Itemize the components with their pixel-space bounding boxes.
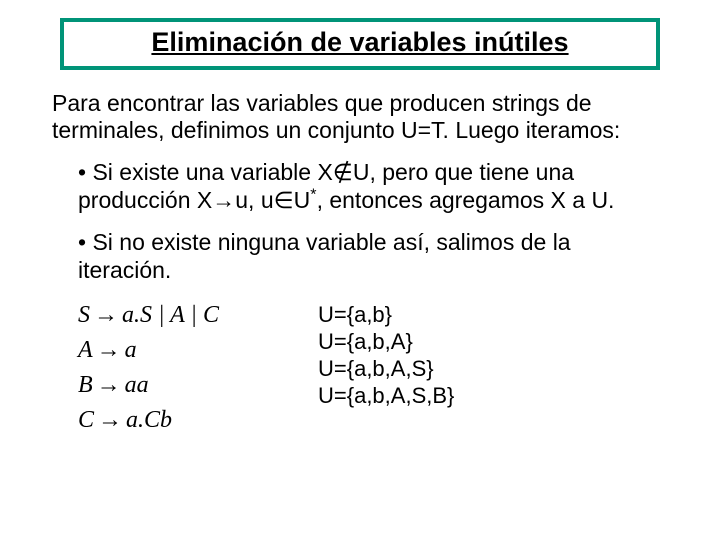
- arrow-symbol: →: [212, 187, 235, 213]
- bullet-list: • Si existe una variable X∉U, pero que t…: [78, 158, 664, 284]
- grammar-rule-2: A→a: [78, 333, 298, 368]
- rule4-rhs: a.Cb: [126, 407, 172, 433]
- bottom-row: S→a.S | A | C A→a B→aa C→a.Cb U={a,b} U=…: [28, 298, 692, 437]
- bullet-1-text-c: u, u: [235, 187, 273, 213]
- set-step-4: U={a,b,A,S,B}: [318, 383, 454, 410]
- set-step-2: U={a,b,A}: [318, 329, 454, 356]
- iteration-sets: U={a,b} U={a,b,A} U={a,b,A,S} U={a,b,A,S…: [318, 302, 454, 409]
- grammar-rule-1: S→a.S | A | C: [78, 298, 298, 333]
- title-box: Eliminación de variables inútiles: [60, 18, 660, 70]
- rule4-arrow: →: [94, 406, 126, 433]
- rule1-rhs: a.S | A | C: [122, 302, 219, 328]
- intro-paragraph: Para encontrar las variables que produce…: [52, 90, 668, 144]
- grammar-rule-4: C→a.Cb: [78, 403, 298, 438]
- set-step-1: U={a,b}: [318, 302, 454, 329]
- in-symbol: ∈: [274, 187, 294, 213]
- bullet-2: • Si no existe ninguna variable así, sal…: [78, 228, 664, 284]
- rule2-lhs: A: [78, 337, 93, 363]
- slide: Eliminación de variables inútiles Para e…: [0, 0, 720, 540]
- rule1-arrow: →: [90, 301, 122, 328]
- bullet-1-text-a: • Si existe una variable X: [78, 159, 333, 185]
- slide-title: Eliminación de variables inútiles: [151, 27, 568, 57]
- set-step-3: U={a,b,A,S}: [318, 356, 454, 383]
- rule3-arrow: →: [93, 371, 125, 398]
- grammar-rule-3: B→aa: [78, 368, 298, 403]
- bullet-1-text-d: U*, entonces agregamos X a U.: [294, 187, 615, 213]
- rule2-arrow: →: [93, 336, 125, 363]
- bullet-1: • Si existe una variable X∉U, pero que t…: [78, 158, 664, 214]
- rule3-lhs: B: [78, 372, 93, 398]
- grammar-block: S→a.S | A | C A→a B→aa C→a.Cb: [78, 298, 298, 437]
- notin-symbol: ∉: [333, 159, 353, 185]
- rule4-lhs: C: [78, 407, 94, 433]
- rule2-rhs: a: [125, 337, 137, 363]
- rule1-lhs: S: [78, 302, 90, 328]
- rule3-rhs: aa: [125, 372, 149, 398]
